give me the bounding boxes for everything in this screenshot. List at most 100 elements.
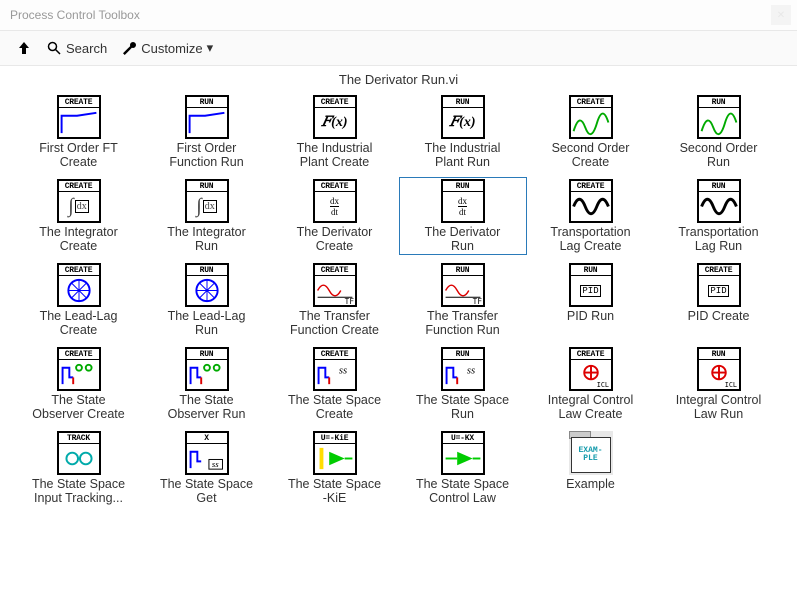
palette-item-label: Integral Control Law Run	[676, 393, 761, 421]
palette-item-label: The Lead-Lag Run	[168, 309, 246, 337]
palette-item-derivator-run[interactable]: RUNdxdtThe Derivator Run	[399, 177, 527, 255]
ss-icon: ss	[315, 360, 355, 389]
palette-item-transfer-function-create[interactable]: CREATETFThe Transfer Function Create	[271, 261, 399, 339]
back-button[interactable]	[16, 40, 32, 56]
sine-black-icon	[699, 192, 739, 221]
vi-icon: RUNPID	[569, 263, 613, 307]
svg-text:ss: ss	[338, 366, 346, 377]
palette-item-integral-control-law-create[interactable]: CREATEICLIntegral Control Law Create	[527, 345, 655, 423]
close-icon: ✕	[777, 10, 785, 21]
svg-text:ss: ss	[211, 459, 218, 469]
dropdown-icon: ▾	[207, 40, 214, 56]
vi-icon: CREATE∫dx	[57, 179, 101, 223]
palette-title: The Derivator Run.vi	[0, 66, 797, 89]
vi-icon: RUN	[697, 95, 741, 139]
palette-item-state-space-create[interactable]: CREATEssThe State Space Create	[271, 345, 399, 423]
palette-item-integrator-create[interactable]: CREATE∫dxThe Integrator Create	[15, 177, 143, 255]
titlebar: Process Control Toolbox ✕	[0, 0, 797, 30]
vi-banner: CREATE	[699, 265, 739, 276]
palette-grid: CREATEFirst Order FT CreateRUNFirst Orde…	[0, 89, 797, 511]
palette-item-integral-control-law-run[interactable]: RUNICLIntegral Control Law Run	[655, 345, 783, 423]
palette-item-label: First Order FT Create	[39, 141, 117, 169]
search-label: Search	[66, 41, 107, 56]
vi-banner: RUN	[187, 97, 227, 108]
vi-banner: RUN	[187, 265, 227, 276]
customize-button[interactable]: Customize ▾	[121, 40, 213, 56]
palette-item-label: Example	[566, 477, 615, 505]
palette-item-label: Second Order Create	[552, 141, 630, 169]
palette-item-second-order-run[interactable]: RUN Second Order Run	[655, 93, 783, 171]
palette-item-second-order-create[interactable]: CREATESecond Order Create	[527, 93, 655, 171]
palette-item-pid-run[interactable]: RUNPIDPID Run	[527, 261, 655, 339]
palette-item-transfer-function-run[interactable]: RUNTFThe Transfer Function Run	[399, 261, 527, 339]
close-button[interactable]: ✕	[771, 5, 791, 25]
palette-item-state-space-input-tracking[interactable]: TRACKThe State Space Input Tracking...	[15, 429, 143, 507]
palette-item-example[interactable]: EXAM-PLE Example	[527, 429, 655, 507]
glasses-icon	[59, 444, 99, 473]
example-icon-text: EXAM-PLE	[578, 447, 602, 463]
palette-item-label: The State Space Create	[288, 393, 381, 421]
palette-item-state-observer-run[interactable]: RUNThe State Observer Run	[143, 345, 271, 423]
palette-item-first-order-ft-create[interactable]: CREATEFirst Order FT Create	[15, 93, 143, 171]
fx-icon: 𝐹(x)	[315, 108, 355, 137]
vi-banner: CREATE	[315, 97, 355, 108]
palette-item-label: The Industrial Plant Create	[297, 141, 373, 169]
vi-banner: RUN	[571, 265, 611, 276]
up-arrow-icon	[16, 40, 32, 56]
compass-icon	[187, 276, 227, 305]
dxdt-icon: dxdt	[315, 192, 355, 221]
vi-icon: TRACK	[57, 431, 101, 475]
palette-item-label: Second Order Run	[680, 141, 758, 169]
palette-item-state-space-kie[interactable]: U=-KiEThe State Space -KiE	[271, 429, 399, 507]
palette-item-lead-lag-run[interactable]: RUN The Lead-Lag Run	[143, 261, 271, 339]
palette-item-state-observer-create[interactable]: CREATEThe State Observer Create	[15, 345, 143, 423]
vi-icon: CREATE	[569, 95, 613, 139]
search-icon	[46, 40, 62, 56]
icl-icon: ICL	[699, 360, 739, 389]
vi-banner: CREATE	[571, 181, 611, 192]
observer-icon	[187, 360, 227, 389]
palette-item-state-space-run[interactable]: RUNssThe State Space Run	[399, 345, 527, 423]
customize-label: Customize	[141, 41, 202, 56]
observer-icon	[59, 360, 99, 389]
vi-banner: RUN	[443, 97, 483, 108]
vi-icon: RUNICL	[697, 347, 741, 391]
palette-item-label: The State Space Get	[160, 477, 253, 505]
palette-item-industrial-plant-run[interactable]: RUN𝐹(x)The Industrial Plant Run	[399, 93, 527, 171]
vi-banner: RUN	[443, 349, 483, 360]
palette-item-transportation-lag-run[interactable]: RUNTransportation Lag Run	[655, 177, 783, 255]
palette-item-integrator-run[interactable]: RUN∫dxThe Integrator Run	[143, 177, 271, 255]
vi-banner: RUN	[443, 265, 483, 276]
palette-item-state-space-control-law[interactable]: U=-KXThe State Space Control Law	[399, 429, 527, 507]
palette-item-label: Integral Control Law Create	[548, 393, 633, 421]
search-button[interactable]: Search	[46, 40, 107, 56]
vi-banner: RUN	[187, 181, 227, 192]
vi-icon: U=-KiE	[313, 431, 357, 475]
vi-icon: RUNTF	[441, 263, 485, 307]
palette-item-state-space-get[interactable]: XssThe State Space Get	[143, 429, 271, 507]
vi-banner: CREATE	[59, 265, 99, 276]
palette-item-lead-lag-create[interactable]: CREATEThe Lead-Lag Create	[15, 261, 143, 339]
step-blue-icon	[59, 108, 99, 137]
compass-icon	[59, 276, 99, 305]
vi-banner: CREATE	[59, 349, 99, 360]
vi-banner: RUN	[699, 349, 739, 360]
vi-icon: RUN	[185, 95, 229, 139]
palette-item-label: The State Observer Run	[168, 393, 246, 421]
palette-item-derivator-create[interactable]: CREATEdxdtThe Derivator Create	[271, 177, 399, 255]
vi-icon: Xss	[185, 431, 229, 475]
palette-item-transportation-lag-create[interactable]: CREATETransportation Lag Create	[527, 177, 655, 255]
vi-banner: X	[187, 433, 227, 444]
pid-icon: PID	[571, 276, 611, 305]
vi-icon: CREATE	[57, 95, 101, 139]
palette-item-pid-create[interactable]: CREATEPIDPID Create	[655, 261, 783, 339]
vi-icon: U=-KX	[441, 431, 485, 475]
palette-item-label: The Derivator Run	[425, 225, 501, 253]
palette-item-industrial-plant-create[interactable]: CREATE𝐹(x) The Industrial Plant Create	[271, 93, 399, 171]
vi-banner: RUN	[699, 97, 739, 108]
icl-icon: ICL	[571, 360, 611, 389]
vi-icon: RUNdxdt	[441, 179, 485, 223]
ss-small-icon: ss	[187, 444, 227, 473]
palette-item-first-order-function-run[interactable]: RUNFirst Order Function Run	[143, 93, 271, 171]
palette-item-label: PID Run	[567, 309, 614, 337]
